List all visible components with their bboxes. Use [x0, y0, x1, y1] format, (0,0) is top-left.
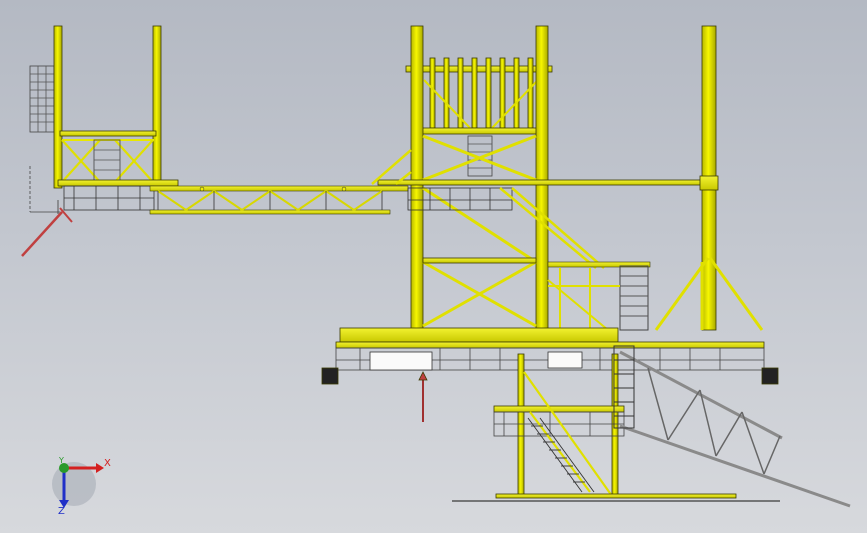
- axis-triad: [52, 462, 104, 508]
- right-column: [654, 25, 764, 331]
- cad-viewport[interactable]: X Y Z: [0, 0, 867, 533]
- x-axis-label: X: [104, 458, 111, 469]
- gangway-truss: [149, 185, 409, 215]
- left-tower: [21, 25, 179, 257]
- main-tower: [371, 25, 709, 331]
- steel-structure-model[interactable]: [0, 0, 867, 533]
- z-axis-label: Z: [58, 506, 65, 517]
- y-axis-label: Y: [59, 456, 64, 465]
